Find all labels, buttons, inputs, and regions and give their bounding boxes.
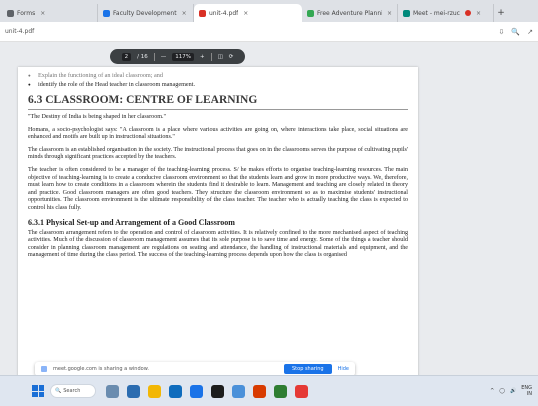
body-paragraph: The classroom arrangement refers to the …	[28, 229, 408, 259]
stop-sharing-button[interactable]: Stop sharing	[284, 364, 332, 374]
taskbar-app-icon[interactable]	[106, 384, 119, 398]
close-tab-icon[interactable]: ×	[243, 10, 248, 17]
new-tab-icon[interactable]: +	[494, 4, 508, 22]
address-bar[interactable]: unit-4.pdf ⇩ 🔍 ↗	[0, 22, 538, 42]
system-tray: ^ ◯ 🔊 ENG IN	[490, 385, 538, 397]
tab-favicon-icon	[7, 9, 14, 17]
zoom-icon[interactable]: 🔍	[511, 28, 520, 36]
rotate-icon[interactable]: ⟳	[229, 54, 234, 60]
taskbar-app-icon[interactable]	[253, 384, 266, 398]
taskbar-app-icon[interactable]	[274, 384, 287, 398]
taskbar-app-icon[interactable]	[232, 384, 245, 398]
tab-favicon-icon	[403, 9, 410, 17]
language-indicator[interactable]: ENG IN	[521, 385, 532, 397]
tab-favicon-icon	[307, 9, 314, 17]
taskbar-app-icon[interactable]	[148, 384, 161, 398]
address-bar-actions: ⇩ 🔍 ↗	[499, 28, 533, 36]
download-icon[interactable]: ⇩	[499, 28, 505, 36]
browser-tab[interactable]: Free Adventure Planni ×	[302, 4, 398, 22]
region-code: IN	[526, 391, 532, 397]
zoom-out-icon[interactable]: —	[161, 54, 167, 60]
close-tab-icon[interactable]: ×	[182, 10, 187, 17]
taskbar-app-icon[interactable]	[190, 384, 203, 398]
bullet-objective: Explain the functioning of an ideal clas…	[28, 71, 408, 80]
subsection-heading: 6.3.1 Physical Set-up and Arrangement of…	[28, 217, 235, 227]
body-paragraph: The teacher is often considered to be a …	[28, 166, 408, 211]
screen-share-notification: meet.google.com is sharing a window. Sto…	[35, 362, 355, 376]
pdf-page: Explain the functioning of an ideal clas…	[18, 67, 418, 375]
taskbar-search-box[interactable]: 🔍 Search	[50, 384, 96, 398]
quote-paragraph: "The Destiny of India is being shaped in…	[28, 114, 166, 120]
bullet-objective: identify the role of the Head teacher in…	[28, 80, 408, 89]
share-notice-text: meet.google.com is sharing a window.	[53, 366, 149, 372]
taskbar-app-icon[interactable]	[295, 384, 308, 398]
browser-tab-strip: Forms × Faculty Development × unit-4.pdf × Fre…	[0, 0, 538, 22]
browser-tab[interactable]: Forms ×	[2, 4, 98, 22]
tab-label: Meet - mei-rzuc	[413, 9, 460, 17]
network-icon[interactable]: ◯	[499, 388, 505, 394]
taskbar-app-icon[interactable]	[211, 384, 224, 398]
toolbar-divider	[210, 52, 212, 61]
body-paragraph: Homans, a socio-psychologist says: "A cl…	[28, 126, 408, 141]
fit-page-icon[interactable]: ◫	[218, 54, 223, 60]
recording-indicator-icon	[464, 10, 471, 16]
close-tab-icon[interactable]: ×	[40, 10, 45, 17]
close-tab-icon[interactable]: ×	[476, 10, 481, 17]
taskbar-apps	[102, 384, 312, 398]
search-label: Search	[63, 388, 81, 394]
share-icon[interactable]: ↗	[527, 28, 533, 36]
taskbar: 🔍 Search ^ ◯ 🔊 ENG IN	[0, 375, 538, 406]
page-total: / 16	[137, 53, 148, 60]
tab-favicon-icon	[103, 9, 110, 17]
taskbar-app-icon[interactable]	[127, 384, 140, 398]
page-number-input[interactable]: 2	[121, 52, 132, 61]
hide-button[interactable]: Hide	[338, 366, 349, 372]
close-tab-icon[interactable]: ×	[387, 10, 392, 17]
url-text[interactable]: unit-4.pdf	[5, 28, 499, 35]
browser-tab[interactable]: unit-4.pdf ×	[194, 4, 302, 22]
screen-share-icon	[41, 366, 47, 372]
body-paragraph: The classroom is an established organisa…	[28, 146, 408, 161]
pdf-viewer: 2 / 16 — 117% + ◫ ⟳ Explain the function…	[0, 42, 538, 375]
volume-icon[interactable]: 🔊	[510, 388, 516, 394]
toolbar-divider	[153, 52, 155, 61]
tab-label: Free Adventure Planni	[317, 9, 382, 17]
browser-tab[interactable]: Meet - mei-rzuc ×	[398, 4, 494, 22]
section-heading: 6.3 CLASSROOM: CENTRE OF LEARNING	[28, 94, 258, 106]
tab-label: Faculty Development	[113, 9, 177, 17]
chevron-up-icon[interactable]: ^	[490, 388, 494, 394]
search-icon: 🔍	[55, 388, 62, 394]
windows-start-icon[interactable]	[32, 385, 44, 397]
zoom-level-input[interactable]: 117%	[172, 52, 194, 61]
browser-tab[interactable]: Faculty Development ×	[98, 4, 194, 22]
tab-label: Forms	[17, 9, 36, 17]
tab-favicon-icon	[199, 9, 206, 17]
pdf-toolbar: 2 / 16 — 117% + ◫ ⟳	[110, 49, 245, 64]
tab-label: unit-4.pdf	[209, 9, 239, 17]
zoom-in-icon[interactable]: +	[200, 54, 205, 60]
heading-rule	[28, 109, 408, 110]
taskbar-app-icon[interactable]	[169, 384, 182, 398]
